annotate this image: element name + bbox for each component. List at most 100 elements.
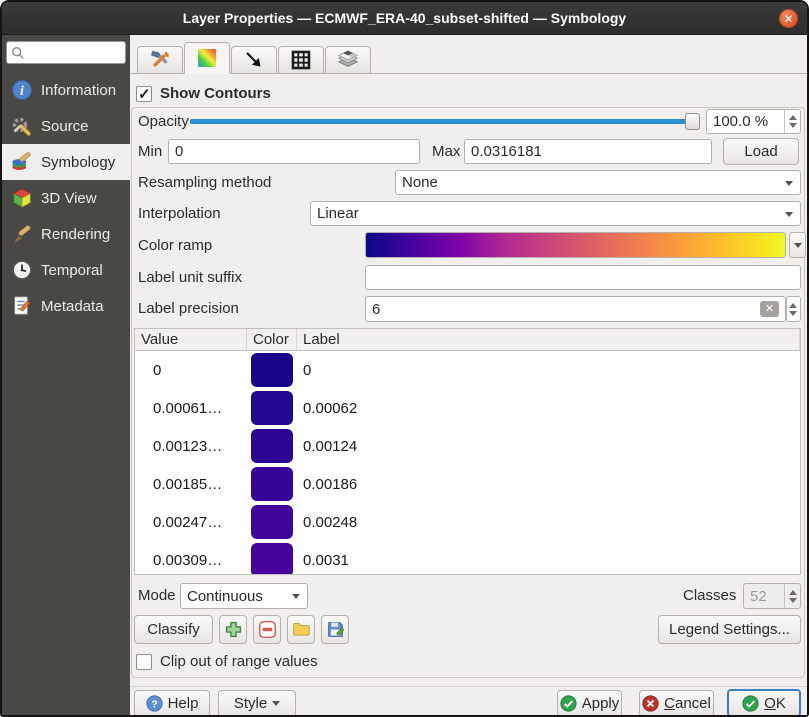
cell-label[interactable]: 0.00248	[297, 514, 357, 531]
cell-value[interactable]: 0.00123…	[135, 438, 247, 455]
tab-tools[interactable]	[137, 46, 183, 74]
sidebar-item-temporal[interactable]: Temporal	[2, 252, 130, 288]
sidebar-item-label: Source	[41, 118, 89, 135]
label-precision-label: Label precision	[138, 300, 239, 317]
chevron-down-icon	[272, 701, 280, 706]
mode-select[interactable]: Continuous	[180, 583, 308, 609]
table-row[interactable]: 0.00309… 0.0031	[135, 541, 800, 575]
cell-value[interactable]: 0.00247…	[135, 514, 247, 531]
table-row[interactable]: 0.00185… 0.00186	[135, 465, 800, 503]
color-swatch[interactable]	[251, 467, 293, 501]
color-swatch[interactable]	[251, 391, 293, 425]
mode-label: Mode	[138, 587, 176, 604]
sidebar: i Information Source Symbology 3D View	[2, 35, 130, 715]
rendering-icon	[11, 223, 33, 245]
help-icon: ?	[146, 695, 163, 712]
tab-pixel-table[interactable]	[278, 46, 324, 74]
legend-settings-button[interactable]: Legend Settings...	[658, 615, 801, 644]
chevron-down-icon	[785, 181, 793, 186]
clear-value-icon[interactable]: ✕	[760, 301, 779, 317]
sidebar-item-label: Symbology	[41, 154, 115, 171]
resampling-method-select[interactable]: None	[395, 170, 801, 195]
color-swatch[interactable]	[251, 543, 293, 575]
mode-value: Continuous	[187, 588, 263, 605]
cell-label[interactable]: 0.0031	[297, 552, 349, 569]
interpolation-value: Linear	[317, 205, 359, 222]
color-swatch[interactable]	[251, 505, 293, 539]
close-button[interactable]: ✕	[779, 9, 798, 28]
sidebar-item-source[interactable]: Source	[2, 108, 130, 144]
sidebar-item-label: Information	[41, 82, 116, 99]
label-unit-suffix-label: Label unit suffix	[138, 269, 242, 286]
cell-label[interactable]: 0.00124	[297, 438, 357, 455]
show-contours-label: Show Contours	[160, 85, 271, 102]
opacity-slider[interactable]	[190, 119, 698, 124]
color-swatch[interactable]	[251, 353, 293, 387]
style-dropdown-button[interactable]: Style	[218, 690, 296, 717]
interpolation-label: Interpolation	[138, 205, 221, 222]
save-color-map-button[interactable]	[321, 615, 349, 644]
table-row[interactable]: 0 0	[135, 351, 800, 389]
show-contours-checkbox[interactable]	[136, 86, 152, 102]
color-ramp-menu-button[interactable]	[789, 232, 806, 258]
cell-value[interactable]: 0.00309…	[135, 552, 247, 569]
classify-button[interactable]: Classify	[134, 615, 213, 644]
sidebar-item-symbology[interactable]: Symbology	[2, 144, 130, 180]
label-precision-spinner[interactable]	[786, 296, 801, 322]
min-value: 0	[175, 143, 183, 160]
color-ramp-preview[interactable]	[365, 232, 786, 258]
max-label: Max	[432, 143, 460, 160]
opacity-spinner[interactable]	[784, 110, 800, 133]
cell-label[interactable]: 0.00062	[297, 400, 357, 417]
cell-label[interactable]: 0.00186	[297, 476, 357, 493]
sidebar-item-3d-view[interactable]: 3D View	[2, 180, 130, 216]
tab-legend[interactable]	[325, 46, 371, 74]
table-row[interactable]: 0.00123… 0.00124	[135, 427, 800, 465]
cell-value[interactable]: 0	[135, 362, 247, 379]
opacity-slider-handle[interactable]	[685, 113, 700, 130]
tab-band-rendering[interactable]	[184, 42, 230, 74]
classes-label: Classes	[683, 587, 736, 604]
sidebar-item-information[interactable]: i Information	[2, 72, 130, 108]
apply-check-icon	[560, 695, 577, 712]
add-class-button[interactable]	[219, 615, 247, 644]
load-color-map-button[interactable]	[287, 615, 315, 644]
label-precision-input[interactable]: 6 ✕	[365, 296, 786, 322]
ok-check-icon	[742, 695, 759, 712]
column-header-label[interactable]: Label	[297, 329, 800, 350]
label-unit-suffix-input[interactable]	[365, 265, 801, 290]
column-header-color[interactable]: Color	[247, 329, 297, 350]
cell-value[interactable]: 0.00185…	[135, 476, 247, 493]
sidebar-item-metadata[interactable]: Metadata	[2, 288, 130, 324]
layer-properties-dialog: Layer Properties — ECMWF_ERA-40_subset-s…	[0, 0, 809, 717]
tab-resampling[interactable]	[231, 46, 277, 74]
help-button[interactable]: ? Help	[134, 690, 210, 717]
load-button[interactable]: Load	[723, 138, 799, 165]
column-header-value[interactable]: Value	[135, 329, 247, 350]
cell-label[interactable]: 0	[297, 362, 311, 379]
classes-spinbox: 52	[743, 583, 801, 609]
apply-button[interactable]: Apply	[557, 690, 622, 717]
classes-value: 52	[750, 588, 767, 605]
table-row[interactable]: 0.00061… 0.00062	[135, 389, 800, 427]
symbology-icon	[11, 151, 33, 173]
color-ramp-label: Color ramp	[138, 237, 212, 254]
clip-out-of-range-checkbox[interactable]	[136, 654, 152, 670]
ok-button[interactable]: OK	[727, 689, 801, 717]
opacity-spinbox[interactable]: 100.0 %	[706, 109, 801, 134]
cancel-button[interactable]: Cancel	[639, 690, 714, 717]
table-row[interactable]: 0.00247… 0.00248	[135, 503, 800, 541]
resampling-method-value: None	[402, 174, 438, 191]
remove-class-button[interactable]	[253, 615, 281, 644]
sidebar-item-label: Metadata	[41, 298, 104, 315]
sidebar-item-rendering[interactable]: Rendering	[2, 216, 130, 252]
color-swatch[interactable]	[251, 429, 293, 463]
interpolation-select[interactable]: Linear	[310, 201, 801, 226]
sidebar-item-label: 3D View	[41, 190, 97, 207]
max-value: 0.0316181	[471, 143, 542, 160]
cell-value[interactable]: 0.00061…	[135, 400, 247, 417]
min-input[interactable]: 0	[168, 139, 420, 164]
sidebar-search-input[interactable]	[6, 41, 126, 64]
opacity-label: Opacity	[138, 113, 189, 130]
max-input[interactable]: 0.0316181	[464, 139, 712, 164]
